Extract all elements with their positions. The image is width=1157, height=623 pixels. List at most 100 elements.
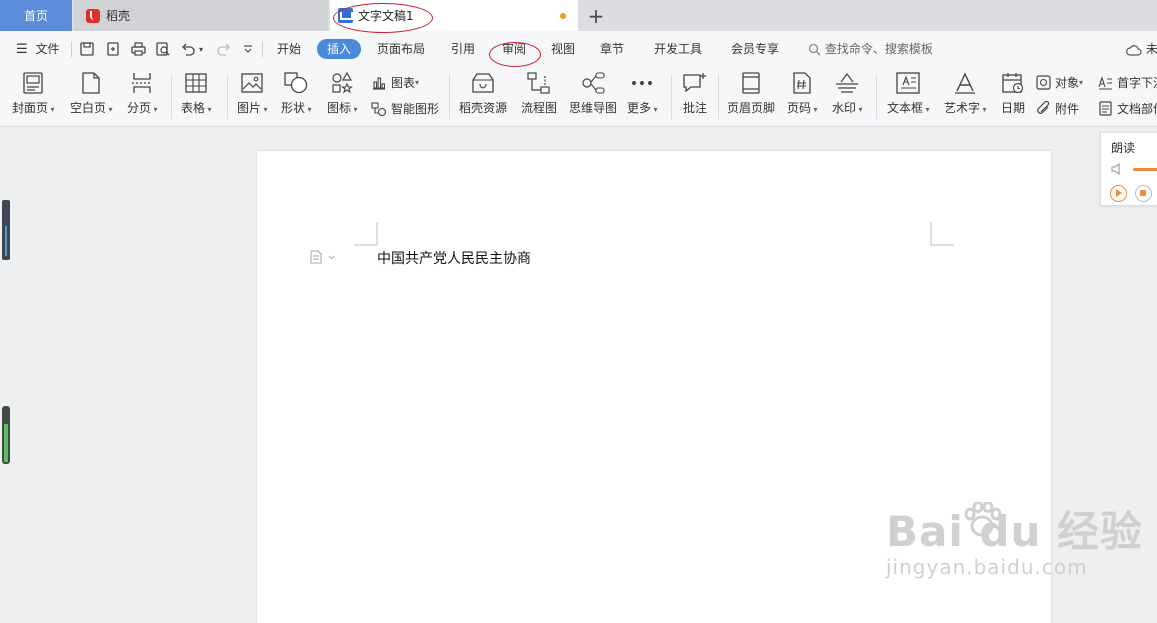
command-search[interactable]: 查找命令、搜索模板 [808,39,933,59]
volume-slider[interactable] [1133,168,1157,171]
redo-icon[interactable] [214,40,232,58]
icon-library-button[interactable]: 图标 ▾ [327,71,358,116]
page-break-icon [130,71,154,95]
daoke-resources-button[interactable]: 稻壳资源 [459,71,507,116]
tab-bar: 首页 稻壳 文字文稿1 + [0,0,1157,31]
date-button[interactable]: 日期 [1001,71,1025,116]
cover-page-icon [21,71,45,95]
unsaved-indicator [560,13,566,19]
menu-member[interactable]: 会员专享 [731,39,779,59]
undo-icon[interactable] [179,40,197,58]
flowchart-button[interactable]: 流程图 [521,71,557,116]
textbox-button[interactable]: 文本框 ▾ [887,71,930,116]
undo-dropdown-icon[interactable]: ▾ [196,40,206,58]
menu-layout[interactable]: 页面布局 [377,39,425,59]
paragraph-handle-icon[interactable] [310,250,336,264]
picture-button[interactable]: 图片 ▾ [237,71,268,116]
flowchart-label: 流程图 [521,101,558,115]
tab-home[interactable]: 首页 [0,0,72,31]
document-body-text[interactable]: 中国共产党人民民主协商 [377,248,531,268]
menu-start[interactable]: 开始 [277,39,301,59]
textbox-label: 文本框 [887,101,924,115]
insert-ribbon: 封面页 ▾ 空白页 ▾ 分页 ▾ 表格 ▾ 图片 ▾ 形状 ▾ 图标 ▾ 图表 … [0,67,1157,127]
menu-developer[interactable]: 开发工具 [654,39,702,59]
watermark-icon [835,71,859,95]
chart-button[interactable]: 图表 ▾ [371,74,419,91]
mindmap-button[interactable]: 思维导图 [569,71,617,116]
shape-label: 形状 [281,101,306,115]
daoke-resources-label: 稻壳资源 [459,101,508,115]
docparts-button[interactable]: 文档部件 [1097,100,1157,117]
tab-document[interactable]: 文字文稿1 [330,0,578,31]
wps-writer-icon [338,8,353,23]
page-break-label: 分页 [127,101,152,115]
page-break-button[interactable]: 分页 ▾ [127,71,158,116]
chart-label: 图表 [391,76,416,90]
attachment-button[interactable]: 附件 [1035,100,1079,117]
menu-insert[interactable]: 插入 [317,39,362,59]
read-aloud-title: 朗读 [1111,141,1136,155]
menu-references[interactable]: 引用 [451,39,475,59]
shape-button[interactable]: 形状 ▾ [281,71,312,116]
new-tab-button[interactable]: + [584,0,608,31]
ribbon-separator [227,75,228,119]
file-menu-label: 文件 [35,42,60,56]
comment-label: 批注 [683,101,708,115]
stop-icon[interactable] [1135,185,1152,202]
flowchart-icon [527,71,551,95]
paw-logo-icon [964,502,1002,537]
date-label: 日期 [1001,101,1026,115]
more-icon [630,71,654,95]
picture-icon [240,71,264,95]
tab-home-label: 首页 [23,9,48,23]
picture-label: 图片 [237,101,262,115]
left-status-bar [2,200,10,260]
comment-icon [683,71,707,95]
print-icon[interactable] [129,40,147,58]
cover-page-label: 封面页 [12,101,49,115]
blank-page-label: 空白页 [70,101,107,115]
menu-review[interactable]: 审阅 [502,39,526,59]
ribbon-separator [449,75,450,119]
menu-section[interactable]: 章节 [600,39,624,59]
print-preview-icon[interactable] [154,40,172,58]
docparts-label: 文档部件 [1117,102,1157,116]
save-icon[interactable] [78,40,96,58]
customize-toolbar-icon[interactable] [239,40,257,58]
page-number-button[interactable]: 页码 ▾ [787,71,818,116]
blank-page-button[interactable]: 空白页 ▾ [70,71,113,116]
watermark-button[interactable]: 水印 ▾ [832,71,863,116]
textbox-icon [896,71,920,95]
smartart-button[interactable]: 智能图形 [371,100,439,117]
object-icon [1035,75,1051,91]
menu-view[interactable]: 视图 [551,39,575,59]
dropcap-button[interactable]: 首字下沉 [1097,74,1157,91]
play-icon[interactable] [1110,185,1127,202]
chart-icon [371,75,387,91]
watermark-main-text: Bai du 经验 [886,507,1143,556]
table-button[interactable]: 表格 ▾ [181,71,212,116]
comment-button[interactable]: 批注 [683,71,707,116]
search-icon [808,43,821,56]
cloud-status[interactable]: 未 [1126,39,1157,59]
export-icon[interactable] [104,40,122,58]
cover-page-button[interactable]: 封面页 ▾ [12,71,55,116]
paperclip-icon [1035,101,1051,117]
wordart-button[interactable]: 艺术字 ▾ [944,71,987,116]
hamburger-icon: ☰ [16,42,28,57]
tab-daoke-label: 稻壳 [106,9,131,23]
mindmap-label: 思维导图 [569,101,618,115]
page-number-icon [790,71,814,95]
file-menu[interactable]: ☰ 文件 [16,39,60,59]
smartart-label: 智能图形 [391,102,440,116]
object-label: 对象 [1055,76,1080,90]
separator [71,41,72,57]
volume-icon[interactable] [1111,163,1125,175]
command-search-label: 查找命令、搜索模板 [824,42,933,56]
tab-daoke[interactable]: 稻壳 [74,0,328,31]
object-button[interactable]: 对象 ▾ [1035,74,1083,91]
header-footer-icon [739,71,763,95]
header-footer-button[interactable]: 页眉页脚 [727,71,775,116]
mindmap-icon [581,71,605,95]
more-button[interactable]: 更多 ▾ [627,71,658,116]
